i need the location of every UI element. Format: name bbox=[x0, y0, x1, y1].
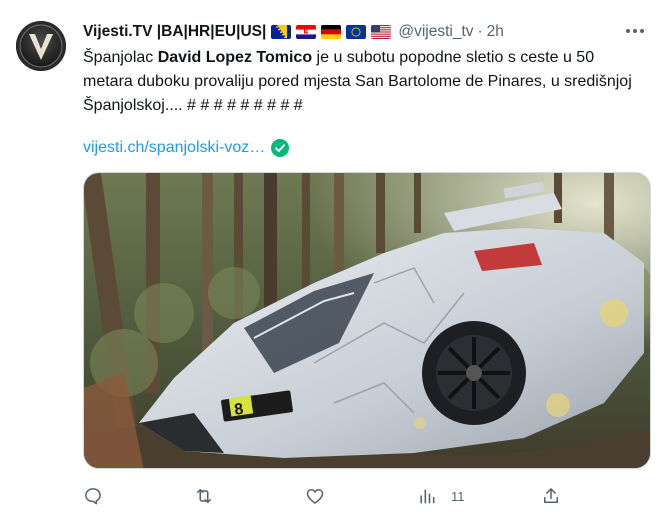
verified-check-icon bbox=[271, 139, 290, 157]
flag-usa-icon bbox=[371, 25, 392, 39]
avatar[interactable] bbox=[16, 21, 66, 71]
more-options-button[interactable] bbox=[620, 18, 650, 44]
link-row: vijesti.ch/spanjolski-voz… bbox=[83, 136, 290, 160]
tweet-time[interactable]: 2h bbox=[487, 23, 504, 41]
action-bar: 11 bbox=[83, 484, 651, 508]
tweet-text-before: Španjolac bbox=[83, 49, 158, 66]
display-name[interactable]: Vijesti.TV |BA|HR|EU|US| bbox=[83, 23, 266, 41]
tweet-text-bold: David Lopez Tomico bbox=[157, 49, 313, 66]
like-button[interactable] bbox=[305, 484, 325, 508]
tweet-media-image[interactable]: 8 bbox=[83, 172, 651, 469]
share-icon bbox=[544, 488, 558, 503]
article-link[interactable]: vijesti.ch/spanjolski-voz… bbox=[83, 139, 265, 157]
repost-icon bbox=[197, 489, 211, 503]
tweet-text: Španjolac David Lopez Tomico je u subotu… bbox=[83, 46, 643, 118]
tweet-header: Vijesti.TV |BA|HR|EU|US| @vijesti_tv · 2… bbox=[83, 21, 504, 43]
reply-button[interactable] bbox=[83, 484, 103, 508]
v-logo-icon bbox=[19, 24, 63, 68]
flag-croatia-icon bbox=[296, 25, 317, 39]
share-button[interactable] bbox=[541, 484, 561, 508]
flag-bosnia-icon bbox=[271, 25, 292, 39]
views-button[interactable]: 11 bbox=[417, 484, 465, 508]
separator-dot: · bbox=[477, 23, 483, 40]
flag-eu-icon bbox=[346, 25, 367, 39]
crashed-car-photo: 8 bbox=[84, 173, 650, 468]
views-count: 11 bbox=[451, 488, 465, 504]
flag-germany-icon bbox=[321, 25, 342, 39]
heart-icon bbox=[306, 489, 324, 504]
views-chart-icon bbox=[420, 489, 435, 504]
repost-button[interactable] bbox=[193, 484, 215, 508]
user-handle[interactable]: @vijesti_tv bbox=[398, 23, 473, 41]
reply-icon bbox=[85, 488, 101, 505]
tweet[interactable]: Vijesti.TV |BA|HR|EU|US| @vijesti_tv · 2… bbox=[0, 0, 666, 526]
more-dots-icon bbox=[626, 29, 644, 33]
